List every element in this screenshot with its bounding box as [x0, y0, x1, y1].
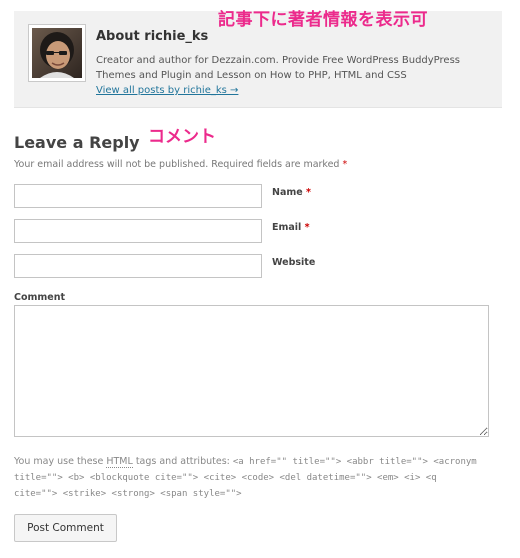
html-abbr: HTML: [106, 456, 133, 468]
comment-textarea[interactable]: [14, 305, 489, 437]
email-field[interactable]: [14, 219, 262, 243]
allowed-tags-note: You may use these HTML tags and attribut…: [14, 454, 484, 502]
name-required-marker: *: [306, 187, 311, 198]
allowed-tags-prefix: You may use these: [14, 456, 107, 467]
author-bio: Creator and author for Dezzain.com. Prov…: [96, 55, 460, 81]
required-marker: *: [342, 159, 348, 170]
website-label: Website: [272, 257, 316, 268]
view-all-posts-link[interactable]: View all posts by richie_ks →: [96, 85, 238, 96]
person-photo-avatar-icon: [32, 28, 82, 78]
post-comment-button[interactable]: Post Comment: [14, 514, 117, 542]
author-box-annotation: 記事下に著者情報を表示可: [218, 10, 428, 30]
name-label: Name *: [272, 187, 311, 198]
comment-notes: Your email address will not be published…: [14, 159, 347, 170]
author-title: About richie_ks: [96, 29, 209, 44]
email-required-marker: *: [304, 222, 310, 233]
reply-title: Leave a Reply: [14, 133, 140, 152]
name-field[interactable]: [14, 184, 262, 208]
name-label-text: Name: [272, 187, 303, 198]
email-label: Email *: [272, 222, 310, 233]
comment-annotation: コメント: [148, 127, 216, 147]
comment-label: Comment: [14, 292, 66, 303]
comment-notes-text: Your email address will not be published…: [14, 159, 343, 170]
website-field[interactable]: [14, 254, 262, 278]
email-label-text: Email: [272, 222, 302, 233]
allowed-tags-middle: tags and attributes:: [132, 456, 233, 467]
avatar: [28, 24, 86, 82]
